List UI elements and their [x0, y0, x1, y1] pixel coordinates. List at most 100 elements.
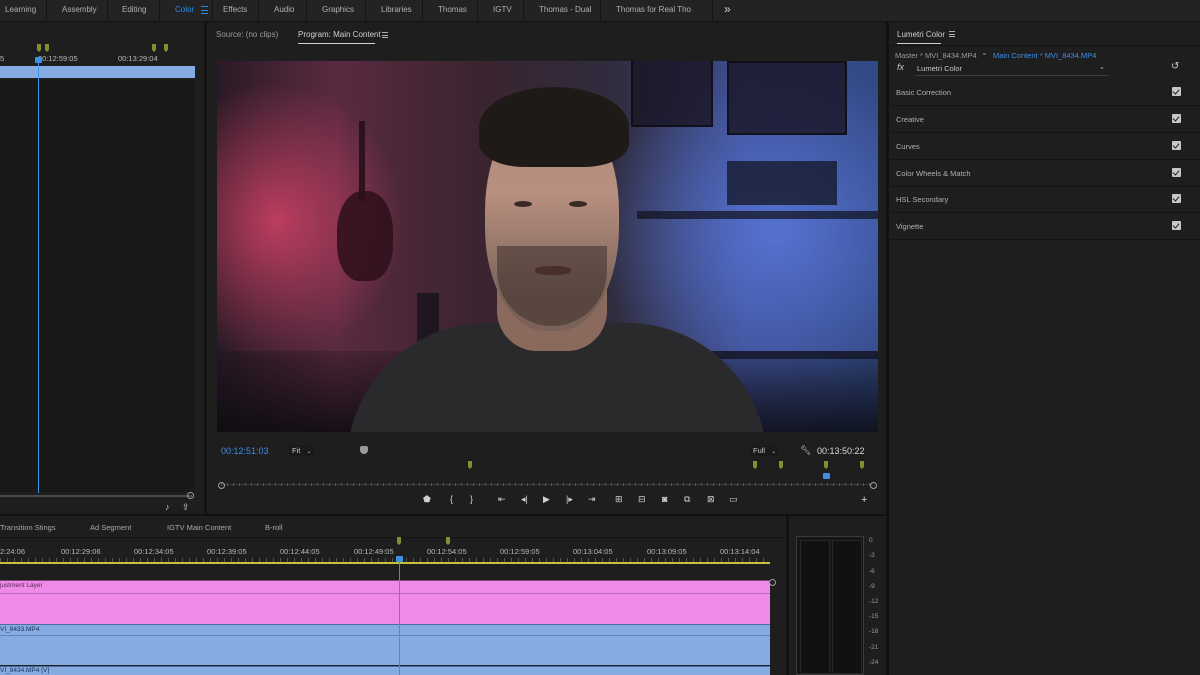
- section-checkbox[interactable]: [1172, 168, 1181, 177]
- opacity-line[interactable]: [0, 593, 770, 594]
- tab-program[interactable]: Program: Main Content: [298, 30, 381, 39]
- workspace-overflow-icon[interactable]: »: [724, 2, 731, 16]
- section-checkbox[interactable]: [1172, 194, 1181, 203]
- extract-icon[interactable]: ⊠: [707, 494, 715, 505]
- playhead-line[interactable]: [399, 562, 400, 675]
- marker-icon[interactable]: [152, 44, 156, 52]
- current-timecode[interactable]: 00:12:51:03: [221, 446, 269, 456]
- reset-icon[interactable]: ↺: [1171, 61, 1179, 72]
- panel-menu-icon[interactable]: [949, 31, 955, 37]
- play-icon[interactable]: ▶: [543, 494, 550, 505]
- program-time-ruler[interactable]: [221, 471, 873, 486]
- section-basic-correction[interactable]: Basic Correction: [889, 79, 1200, 106]
- workspace-tab-color[interactable]: Color: [175, 0, 194, 22]
- panel-gutter[interactable]: [786, 516, 789, 675]
- master-clip-label[interactable]: Master * MVI_8434.MP4: [895, 51, 977, 60]
- vertical-scroll-handle[interactable]: [769, 579, 776, 586]
- music-icon[interactable]: ♪: [165, 502, 170, 512]
- section-checkbox[interactable]: [1172, 221, 1181, 230]
- section-hsl-secondary[interactable]: HSL Secondary: [889, 186, 1200, 213]
- workspace-tab-thomas-for-real[interactable]: Thomas for Real Tho: [616, 0, 691, 22]
- source-clip-bar[interactable]: [0, 66, 195, 78]
- marker-icon[interactable]: [45, 44, 49, 52]
- workspace-tab-learning[interactable]: Learning: [5, 0, 36, 22]
- horizontal-scrollbar[interactable]: [0, 495, 192, 497]
- safe-margins-icon[interactable]: [360, 446, 368, 454]
- export-icon[interactable]: ⇪: [182, 502, 190, 513]
- sequence-clip-label[interactable]: Main Content * MVI_8434.MP4: [993, 51, 1096, 60]
- marker-icon[interactable]: [824, 461, 828, 469]
- marker-icon[interactable]: [397, 537, 401, 545]
- video-clip[interactable]: VI_8434.MP4 [V]: [0, 666, 770, 675]
- audio-meter: [796, 536, 864, 675]
- workspace-tab-graphics[interactable]: Graphics: [322, 0, 354, 22]
- section-checkbox[interactable]: [1172, 141, 1181, 150]
- marker-icon[interactable]: [753, 461, 757, 469]
- marker-icon[interactable]: [860, 461, 864, 469]
- panel-gutter[interactable]: [886, 22, 889, 675]
- program-video-frame[interactable]: [217, 61, 878, 432]
- workspace-tab-thomas[interactable]: Thomas: [438, 0, 467, 22]
- zoom-dropdown[interactable]: Fit ⌄: [289, 445, 315, 456]
- workspace-tab-audio[interactable]: Audio: [274, 0, 294, 22]
- marker-icon[interactable]: [468, 461, 472, 469]
- workspace-tab-assembly[interactable]: Assembly: [62, 0, 97, 22]
- sequence-tab-ad-segment[interactable]: Ad Segment: [90, 523, 131, 532]
- step-back-icon[interactable]: ◂|: [521, 494, 528, 505]
- workspace-tab-editing[interactable]: Editing: [122, 0, 146, 22]
- wrench-icon[interactable]: 🔧︎: [800, 445, 811, 455]
- panel-gutter[interactable]: [204, 22, 207, 516]
- section-checkbox[interactable]: [1172, 87, 1181, 96]
- section-vignette[interactable]: Vignette: [889, 213, 1200, 240]
- resolution-dropdown[interactable]: Full ⌄: [750, 445, 780, 456]
- insert-icon[interactable]: ⊞: [615, 494, 623, 505]
- section-color-wheels[interactable]: Color Wheels & Match: [889, 160, 1200, 187]
- program-monitor-panel: Source: (no clips) Program: Main Content…: [207, 24, 886, 514]
- section-creative[interactable]: Creative: [889, 106, 1200, 133]
- playhead-line[interactable]: [38, 63, 39, 493]
- step-forward-icon[interactable]: |▸: [566, 494, 573, 505]
- workspace-tab-thomas-dual[interactable]: Thomas - Dual: [539, 0, 591, 22]
- video-clip[interactable]: VI_8433.MP4: [0, 624, 770, 665]
- effect-name[interactable]: Lumetri Color: [917, 64, 962, 73]
- lift-icon[interactable]: ⧉: [684, 494, 690, 505]
- camera-icon[interactable]: ◙: [662, 494, 667, 504]
- sequence-tab-transition-stings[interactable]: Transition Stings: [0, 523, 56, 532]
- ruler-end-handle[interactable]: [870, 482, 877, 489]
- workspace-separator: [46, 0, 47, 22]
- chevron-down-icon[interactable]: ⌄: [1099, 63, 1105, 71]
- comparison-view-icon[interactable]: ▭: [729, 494, 738, 505]
- adjustment-layer-clip[interactable]: justment Layer: [0, 580, 770, 624]
- mark-out-icon[interactable]: }: [470, 494, 473, 504]
- panel-menu-icon[interactable]: [382, 32, 388, 38]
- fx-icon[interactable]: fx: [897, 62, 904, 72]
- section-checkbox[interactable]: [1172, 114, 1181, 123]
- add-marker-icon[interactable]: ⬟: [423, 494, 431, 505]
- ruler-start-handle[interactable]: [218, 482, 225, 489]
- section-curves[interactable]: Curves: [889, 133, 1200, 160]
- opacity-line[interactable]: [0, 635, 770, 636]
- go-to-in-icon[interactable]: ⇤: [498, 494, 506, 505]
- workspace-tab-libraries[interactable]: Libraries: [381, 0, 412, 22]
- sequence-tab-b-roll[interactable]: B-roll: [265, 523, 283, 532]
- add-button-icon[interactable]: +: [861, 494, 867, 506]
- chevron-down-icon[interactable]: ⌄: [981, 48, 988, 57]
- mark-in-icon[interactable]: {: [450, 494, 453, 504]
- workspace-menu-icon[interactable]: [201, 6, 208, 14]
- sequence-tab-igtv-main-content[interactable]: IGTV Main Content: [167, 523, 231, 532]
- workspace-tab-effects[interactable]: Effects: [223, 0, 247, 22]
- panel-title[interactable]: Lumetri Color: [897, 30, 945, 39]
- marker-icon[interactable]: [446, 537, 450, 545]
- panel-gutter[interactable]: [0, 514, 886, 516]
- go-to-out-icon[interactable]: ⇥: [588, 494, 596, 505]
- scrollbar-handle[interactable]: [187, 492, 194, 499]
- marker-icon[interactable]: [37, 44, 41, 52]
- marker-icon[interactable]: [164, 44, 168, 52]
- workspace-tab-igtv[interactable]: IGTV: [493, 0, 512, 22]
- marker-icon[interactable]: [779, 461, 783, 469]
- overwrite-icon[interactable]: ⊟: [638, 494, 646, 505]
- work-area-bar[interactable]: [0, 562, 770, 564]
- tab-source[interactable]: Source: (no clips): [216, 30, 278, 39]
- playhead-handle[interactable]: [823, 473, 830, 479]
- source-track-area[interactable]: [0, 80, 195, 492]
